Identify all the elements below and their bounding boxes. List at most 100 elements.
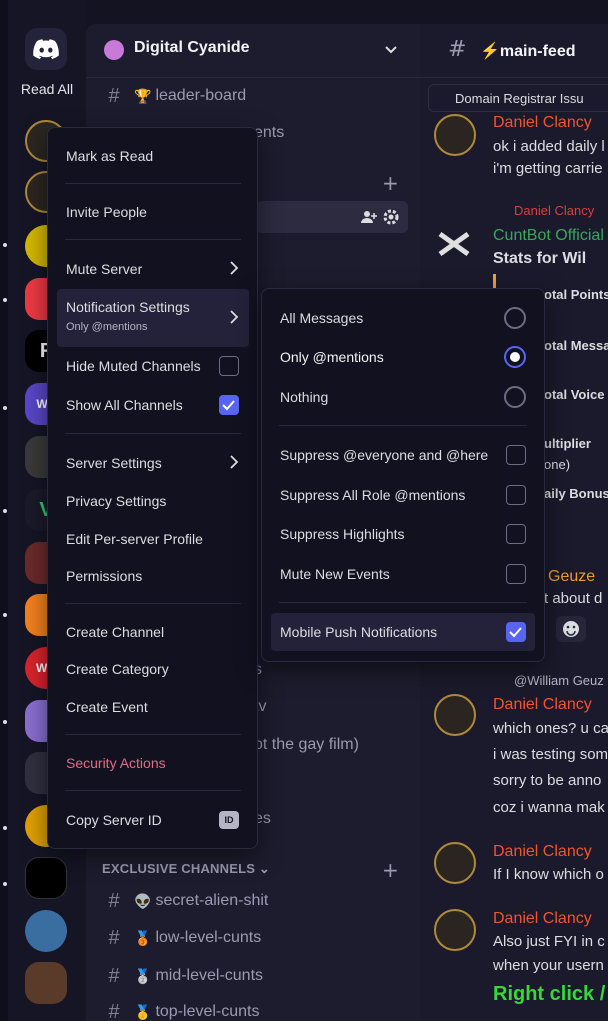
channel-mid-level-cunts[interactable]: # 🥈 mid-level-cunts <box>100 961 406 991</box>
reply-author[interactable]: @William Geuz <box>514 673 604 688</box>
chat-header: # ⚡main-feed <box>420 24 608 78</box>
mark-as-read-item[interactable]: Mark as Read <box>57 139 249 173</box>
channel-emoji: 🏆 <box>134 87 152 104</box>
suppress-role-mentions-item[interactable]: Suppress All Role @mentions <box>271 478 535 512</box>
copy-server-id-item[interactable]: Copy Server ID ID <box>57 803 249 837</box>
menu-label: Edit Per-server Profile <box>66 531 203 547</box>
discord-home-button[interactable] <box>25 28 67 70</box>
radio-button[interactable] <box>504 307 526 329</box>
hide-muted-channels-item[interactable]: Hide Muted Channels <box>57 349 249 383</box>
option-all-messages[interactable]: All Messages <box>271 301 535 335</box>
embed-title: Stats for Wil <box>493 250 587 267</box>
message-text: sorry to be anno <box>493 772 602 789</box>
permissions-item[interactable]: Permissions <box>57 559 249 593</box>
checkbox[interactable] <box>219 356 239 376</box>
channel-name: low-level-cunts <box>155 929 262 946</box>
message-author[interactable]: Daniel Clancy <box>493 910 592 928</box>
server-icon[interactable] <box>25 962 67 1004</box>
guild-header[interactable]: Digital Cyanide <box>86 24 420 78</box>
channel-low-level-cunts[interactable]: # 🥉 low-level-cunts <box>100 923 406 953</box>
window-edge <box>0 0 8 1021</box>
add-channel-icon[interactable]: + <box>382 858 399 882</box>
suppress-highlights-item[interactable]: Suppress Highlights <box>271 517 535 551</box>
hash-icon: # <box>448 37 467 62</box>
option-label: Mobile Push Notifications <box>280 624 438 640</box>
message-text: If I know which o <box>493 866 604 883</box>
edit-per-server-profile-item[interactable]: Edit Per-server Profile <box>57 522 249 556</box>
avatar[interactable] <box>434 114 476 156</box>
channel-name: ents <box>254 124 285 141</box>
avatar[interactable] <box>434 909 476 951</box>
checkbox[interactable] <box>506 485 526 505</box>
read-all-button[interactable]: Read All <box>8 81 86 97</box>
menu-label: Show All Channels <box>66 397 183 413</box>
message-author[interactable]: Daniel Clancy <box>493 843 592 861</box>
message-author[interactable]: Geuze <box>548 568 595 586</box>
bot-author[interactable]: CuntBot Official <box>493 227 604 245</box>
server-settings-item[interactable]: Server Settings <box>57 446 249 480</box>
gear-icon[interactable] <box>382 208 400 226</box>
channel-emoji: 👽 <box>134 892 152 909</box>
message-author[interactable]: Daniel Clancy <box>493 696 592 714</box>
menu-label: Notification Settings <box>66 299 190 315</box>
chevron-right-icon <box>230 455 239 469</box>
mute-new-events-item[interactable]: Mute New Events <box>271 557 535 591</box>
check-icon <box>509 627 522 638</box>
add-member-icon[interactable] <box>361 209 377 225</box>
mobile-push-notifications-item[interactable]: Mobile Push Notifications <box>271 613 535 651</box>
server-icon[interactable] <box>25 857 67 899</box>
category-exclusive[interactable]: EXCLUSIVE CHANNELS ⌄ <box>102 861 270 877</box>
selected-channel-row[interactable] <box>256 201 408 233</box>
avatar[interactable] <box>434 842 476 884</box>
server-context-menu: Mark as Read Invite People Mute Server N… <box>47 127 258 849</box>
channel-top-level-cunts[interactable]: # 🥇 top-level-cunts <box>100 997 406 1021</box>
mute-server-item[interactable]: Mute Server <box>57 252 249 286</box>
locked-hash-icon: # <box>108 964 120 987</box>
suppress-everyone-item[interactable]: Suppress @everyone and @here <box>271 438 535 472</box>
message-text: Also just FYI in c <box>493 933 605 950</box>
add-reaction-button[interactable] <box>556 616 586 642</box>
option-label: Suppress All Role @mentions <box>280 487 466 503</box>
option-nothing[interactable]: Nothing <box>271 380 535 414</box>
server-icon[interactable] <box>25 910 67 952</box>
channel-leader-board[interactable]: # 🏆 leader-board <box>100 81 406 111</box>
checkbox[interactable] <box>506 524 526 544</box>
invite-people-item[interactable]: Invite People <box>57 195 249 229</box>
check-icon <box>222 400 235 411</box>
radio-button[interactable] <box>504 386 526 408</box>
security-actions-item[interactable]: Security Actions <box>57 746 249 780</box>
channel-secret-alien-shit[interactable]: # 👽 secret-alien-shit <box>100 886 406 916</box>
bot-avatar[interactable] <box>434 224 476 266</box>
message-text: when your usern <box>493 957 604 974</box>
show-all-channels-item[interactable]: Show All Channels <box>57 388 249 422</box>
checkbox-checked[interactable] <box>506 622 526 642</box>
reply-author[interactable]: Daniel Clancy <box>514 203 594 218</box>
message-image-text: Right click / <box>493 983 606 1005</box>
menu-divider <box>65 433 241 434</box>
checkbox[interactable] <box>506 564 526 584</box>
notification-settings-submenu: All Messages Only @mentions Nothing Supp… <box>261 288 545 662</box>
create-channel-item[interactable]: Create Channel <box>57 615 249 649</box>
locked-hash-icon: # <box>108 926 120 949</box>
pinned-label: Domain Registrar Issu <box>455 91 584 106</box>
checkbox-checked[interactable] <box>219 395 239 415</box>
avatar[interactable] <box>434 694 476 736</box>
menu-label: Privacy Settings <box>66 493 167 509</box>
category-label: EXCLUSIVE CHANNELS <box>102 861 256 876</box>
menu-label: Hide Muted Channels <box>66 358 201 374</box>
menu-label: Security Actions <box>66 755 166 771</box>
menu-divider <box>65 790 241 791</box>
pinned-thread-bar[interactable]: Domain Registrar Issu <box>428 84 608 112</box>
create-event-item[interactable]: Create Event <box>57 690 249 724</box>
checkbox[interactable] <box>506 445 526 465</box>
menu-divider <box>65 603 241 604</box>
option-only-mentions[interactable]: Only @mentions <box>271 340 535 374</box>
privacy-settings-item[interactable]: Privacy Settings <box>57 484 249 518</box>
radio-button-selected[interactable] <box>504 346 526 368</box>
embed-field: otal Messag <box>544 338 608 353</box>
add-channel-icon[interactable]: + <box>382 171 399 195</box>
message-author[interactable]: Daniel Clancy <box>493 114 592 132</box>
message-text: coz i wanna mak <box>493 799 605 816</box>
notification-settings-item[interactable]: Notification Settings Only @mentions <box>57 289 249 347</box>
create-category-item[interactable]: Create Category <box>57 652 249 686</box>
